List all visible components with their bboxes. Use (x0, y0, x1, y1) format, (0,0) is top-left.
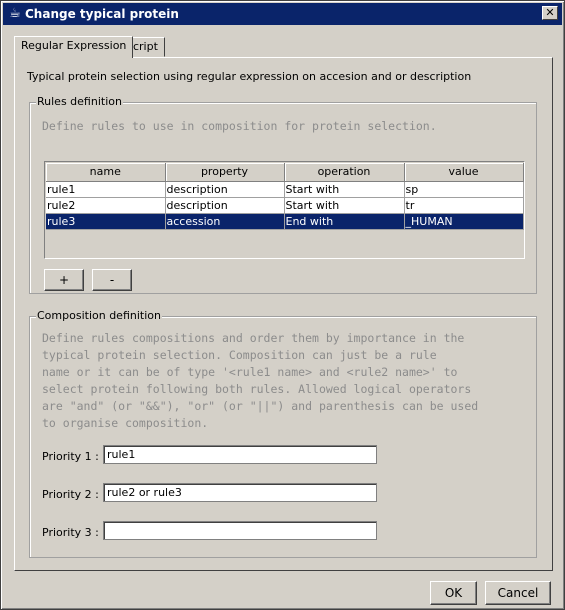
cell-property[interactable]: description (165, 181, 285, 198)
composition-hint-line: are "and" (or "&&"), "or" (or "||") and … (42, 399, 479, 413)
composition-hint-line: to organise composition. (42, 416, 209, 430)
rules-hint: Define rules to use in composition for p… (42, 119, 437, 133)
java-cup-icon: ☕ (9, 6, 21, 21)
cancel-button[interactable]: Cancel (485, 581, 551, 605)
priority-1-label: Priority 1 : (42, 450, 99, 463)
cell-operation[interactable]: End with (284, 213, 405, 230)
rules-definition-group: Rules definition Define rules to use in … (29, 95, 537, 294)
window-title: Change typical protein (25, 7, 179, 21)
column-header-operation[interactable]: operation (284, 163, 405, 182)
priority-2-label: Priority 2 : (42, 488, 99, 501)
rules-table-container[interactable]: name property operation value rule1 desc… (44, 161, 525, 259)
table-header-row: name property operation value (46, 163, 524, 182)
cell-name[interactable]: rule1 (46, 181, 166, 198)
composition-hint-line: name or it can be of type '<rule1 name> … (42, 365, 458, 379)
priority-2-input[interactable]: rule2 or rule3 (103, 483, 377, 502)
rules-definition-legend: Rules definition (36, 95, 123, 108)
regular-expression-panel: Typical protein selection using regular … (14, 57, 553, 571)
column-header-value[interactable]: value (404, 163, 524, 182)
rules-table[interactable]: name property operation value rule1 desc… (46, 163, 524, 230)
column-header-property[interactable]: property (165, 163, 285, 182)
composition-hint-line: Define rules compositions and order them… (42, 331, 465, 345)
cell-operation[interactable]: Start with (284, 197, 405, 214)
add-rule-button[interactable]: + (44, 269, 84, 291)
priority-3-label: Priority 3 : (42, 526, 99, 539)
column-header-name[interactable]: name (46, 163, 166, 182)
remove-rule-button[interactable]: - (92, 269, 132, 291)
priority-1-input[interactable]: rule1 (103, 445, 377, 464)
cell-name[interactable]: rule3 (46, 213, 166, 230)
ok-button[interactable]: OK (430, 581, 477, 605)
cell-property[interactable]: description (165, 197, 285, 214)
table-row-selected[interactable]: rule3 accession End with _HUMAN (46, 213, 524, 230)
cell-name[interactable]: rule2 (46, 197, 166, 214)
panel-description: Typical protein selection using regular … (27, 70, 472, 83)
composition-definition-group: Composition definition Define rules comp… (29, 309, 537, 558)
close-icon: ✕ (545, 6, 555, 19)
composition-definition-legend: Composition definition (36, 309, 162, 322)
composition-hint-line: typical protein selection. Composition c… (42, 348, 437, 362)
cell-operation[interactable]: Start with (284, 181, 405, 198)
composition-hint-line: select protein following both rules. All… (42, 382, 472, 396)
table-row[interactable]: rule1 description Start with sp (46, 181, 524, 198)
tab-label: Regular Expression (21, 39, 127, 52)
cell-value[interactable]: sp (404, 181, 524, 198)
cell-value[interactable]: tr (404, 197, 524, 214)
title-bar[interactable]: ☕ Change typical protein ✕ (3, 3, 562, 25)
cell-property[interactable]: accession (165, 213, 285, 230)
cell-value[interactable]: _HUMAN (404, 213, 524, 230)
table-row[interactable]: rule2 description Start with tr (46, 197, 524, 214)
dialog-window: ☕ Change typical protein ✕ Regular Expre… (0, 0, 565, 610)
close-button[interactable]: ✕ (542, 6, 558, 20)
priority-3-input[interactable] (103, 521, 377, 540)
tab-regular-expression[interactable]: Regular Expression (14, 36, 134, 58)
